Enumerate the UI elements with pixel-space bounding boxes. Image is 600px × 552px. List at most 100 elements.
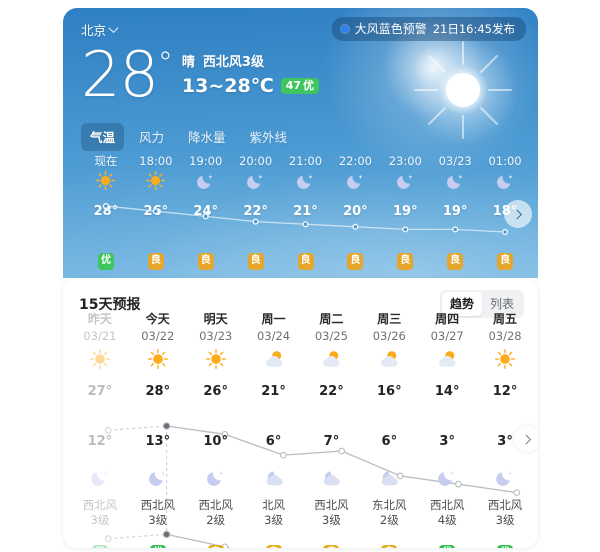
forecast-aqi-cell: 良 [303, 540, 361, 548]
forecast-high-cell: 22° [303, 380, 361, 399]
forecast-high-cell: 26° [187, 380, 245, 399]
hourly-time-label: 21:00 [288, 154, 323, 168]
forecast-aqi-badge: 优 [91, 545, 108, 548]
forecast-aqi-badge: 优 [149, 545, 166, 548]
metric-tab-0[interactable]: 气温 [81, 123, 125, 151]
hourly-icon-cell [81, 170, 131, 191]
hourly-temp-label: 26° [143, 204, 169, 219]
hourly-temp-cell: 26° [131, 200, 181, 219]
hourly-time: 18:00 [131, 150, 181, 169]
hourly-icon-cell [430, 170, 480, 191]
hourly-icon-cell [380, 170, 430, 191]
forecast-wind-direction: 西北风 [198, 498, 233, 512]
forecast-aqi-cell: 优 [418, 540, 476, 548]
condition-text: 晴 [181, 55, 195, 70]
hourly-time: 20:00 [231, 150, 281, 169]
partly-cloudy-icon [265, 351, 283, 367]
forecast-wind-row: 西北风 3级 西北风 3级 西北风 2级 北风 3级 西北风 3级 东北风 2级 西北风 4级 西北风 3级 [71, 498, 534, 528]
forecast-day-header[interactable]: 今天 03/22 [129, 310, 187, 343]
aqi-badge[interactable]: 47 优 [280, 78, 320, 94]
moon-icon [148, 471, 166, 486]
moon-icon [396, 174, 413, 189]
warning-label: 大风蓝色预警 [354, 22, 427, 36]
forecast-day-header[interactable]: 明天 03/23 [187, 310, 245, 343]
sun-icon [495, 348, 516, 370]
forecast-next-button[interactable] [514, 426, 538, 452]
forecast-day-icon-cell [476, 348, 534, 370]
hourly-aqi-badge: 良 [447, 253, 464, 270]
forecast-day-icon-cell [303, 348, 361, 370]
forecast-day-header[interactable]: 周四 03/27 [418, 310, 476, 343]
hourly-temp-cell: 24° [181, 200, 231, 219]
forecast-low-temp: 10° [203, 434, 228, 449]
hourly-time-label: 01:00 [488, 154, 522, 168]
hourly-aqi-cell: 良 [480, 248, 530, 270]
alert-dot-icon [340, 24, 349, 33]
forecast-high-temp: 21° [261, 384, 286, 399]
forecast-day-icon-cell [418, 348, 476, 370]
hourly-aqi-cell: 良 [430, 248, 480, 270]
hourly-aqi-badge: 优 [97, 253, 114, 270]
forecast-day-header[interactable]: 周一 03/24 [245, 310, 303, 343]
hourly-time: 21:00 [281, 150, 331, 169]
cloudy-moon-icon [381, 471, 399, 486]
forecast-day-icon-cell [187, 348, 245, 370]
forecast-day-name: 明天 [203, 312, 228, 326]
forecast-day-name: 昨天 [87, 312, 112, 326]
aqi-level: 优 [303, 79, 315, 92]
hourly-temp-label: 19° [392, 204, 418, 219]
forecast-day-header[interactable]: 昨天 03/21 [71, 310, 129, 343]
sun-icon [205, 348, 226, 370]
forecast-wind-direction: 东北风 [372, 498, 407, 512]
hourly-icon-cell [480, 170, 530, 191]
metric-tab-3[interactable]: 紫外线 [241, 123, 297, 151]
forecast-high-cell: 14° [418, 380, 476, 399]
forecast-wind-level: 2级 [379, 513, 399, 527]
hourly-icon-cell [231, 170, 281, 191]
forecast-wind-direction: 西北风 [82, 498, 118, 512]
metric-tab-2[interactable]: 降水量 [179, 123, 235, 151]
forecast-day-header[interactable]: 周三 03/26 [360, 310, 418, 343]
forecast-low-cell: 7° [303, 430, 361, 449]
current-temperature-value: 28 [81, 38, 159, 111]
forecast-high-cell: 12° [476, 380, 534, 399]
metric-tabs: 气温 风力 降水量 紫外线 [81, 123, 296, 151]
forecast-wind-direction: 北风 [262, 498, 286, 512]
moon-icon [197, 174, 213, 189]
hourly-icon-cell [281, 170, 331, 191]
forecast-high-temp: 27° [87, 384, 113, 399]
hourly-forecast: 现在 18:00 19:00 20:00 21:00 22:00 23:00 03/23 01:… [63, 150, 538, 276]
temperature-range: 13~28℃ [181, 75, 274, 97]
forecast-day-icon-cell [245, 348, 303, 370]
forecast-day-name: 周一 [261, 312, 286, 326]
forecast-night-icon-cell [303, 466, 361, 488]
forecast-day-date: 03/23 [199, 329, 233, 343]
forecast-aqi-badge: 优 [497, 545, 514, 548]
forecast-day-date: 03/28 [488, 329, 522, 343]
hourly-aqi-badge: 良 [197, 253, 214, 270]
hourly-temp-cell: 19° [380, 200, 430, 219]
chevron-right-icon [511, 209, 522, 219]
cloudy-moon-icon [266, 471, 283, 486]
hourly-icon-row [81, 170, 530, 191]
forecast-night-icons-row [71, 466, 534, 488]
hourly-time: 23:00 [380, 150, 430, 169]
forecast-low-cell: 13° [129, 430, 187, 449]
forecast-high-temp: 16° [377, 384, 402, 399]
forecast-day-name: 周五 [493, 312, 518, 326]
warning-time: 21日16:45发布 [432, 21, 515, 36]
forecast-night-icon-cell [245, 466, 303, 488]
weather-warning-banner[interactable]: 大风蓝色预警 21日16:45发布 [331, 17, 526, 41]
metric-tab-1[interactable]: 风力 [130, 123, 173, 151]
hourly-aqi-badge: 良 [147, 253, 164, 270]
hourly-icon-cell [131, 170, 181, 191]
forecast-low-temp-row: 12° 13° 10° 6° 7° 6° 3° 3° [71, 430, 534, 449]
forecast-day-header[interactable]: 周五 03/28 [476, 310, 534, 343]
hourly-next-button[interactable] [504, 200, 532, 228]
forecast-wind-cell: 西北风 2级 [187, 498, 245, 528]
moon-icon [438, 471, 455, 486]
city-selector[interactable]: 北京 [81, 20, 119, 39]
forecast-aqi-cell: 良 [360, 540, 418, 548]
moon-icon [496, 174, 512, 189]
forecast-day-header[interactable]: 周二 03/25 [303, 310, 361, 343]
